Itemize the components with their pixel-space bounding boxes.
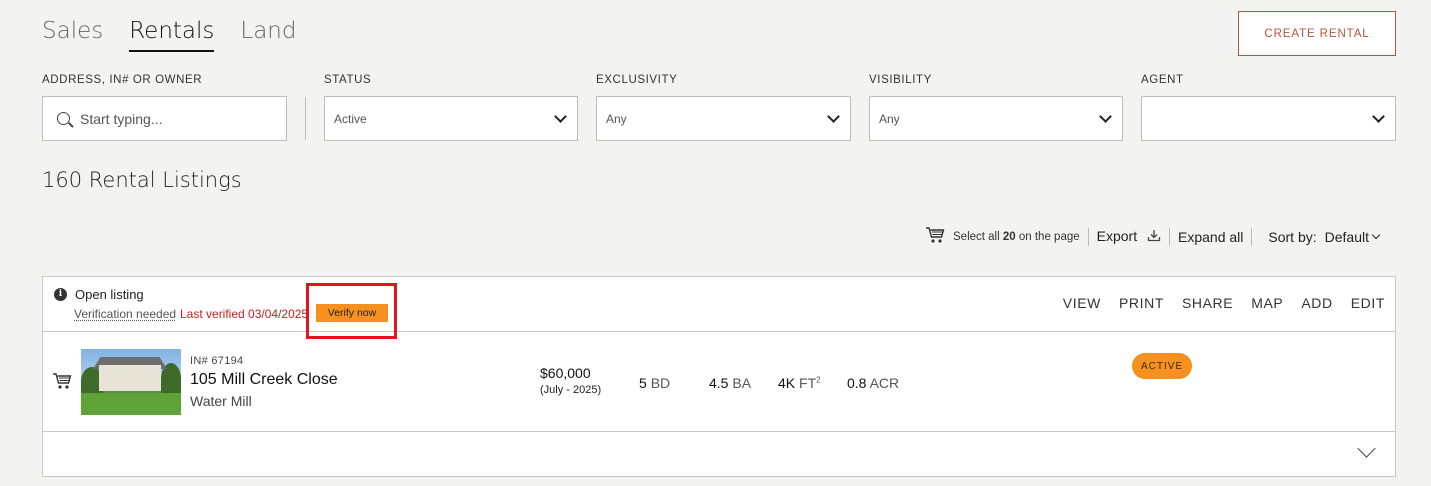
tab-rentals[interactable]: Rentals [129, 18, 215, 52]
beds-value: 5 [639, 375, 647, 391]
tab-land[interactable]: Land [240, 18, 296, 52]
filter-divider [305, 97, 306, 140]
tab-sales[interactable]: Sales [42, 18, 103, 52]
sqft-stat: 4K FT2 [778, 375, 821, 391]
listing-period: (July - 2025) [540, 384, 602, 396]
listing-photo[interactable] [81, 349, 181, 415]
toolbar-divider [1251, 227, 1253, 246]
select-all-link[interactable]: Select all 20 on the page [953, 231, 1080, 243]
baths-value: 4.5 [709, 375, 729, 391]
exclusivity-select-value: Any [606, 111, 627, 126]
beds-unit: BD [650, 375, 671, 391]
chevron-down-icon [1372, 110, 1385, 123]
select-all-prefix: Select all [953, 230, 1000, 243]
toolbar-divider [1087, 227, 1089, 246]
address-search-field[interactable] [42, 96, 287, 141]
expand-all-button[interactable]: Expand all [1178, 229, 1243, 245]
status-filter-label: STATUS [324, 74, 372, 86]
sort-by-value: Default [1324, 228, 1369, 245]
listing-type-tabs: Sales Rentals Land [42, 18, 296, 52]
export-label: Export [1096, 227, 1138, 244]
photo-lawn [81, 393, 181, 415]
chevron-down-icon [1099, 110, 1112, 123]
cart-icon[interactable] [925, 226, 945, 247]
visibility-filter-label: VISIBILITY [869, 74, 932, 86]
verification-needed-label: Verification needed [74, 307, 177, 321]
listing-address[interactable]: 105 Mill Creek Close [190, 371, 338, 389]
listing-count-heading: 160 Rental Listings [42, 168, 242, 192]
photo-house [99, 365, 161, 391]
chevron-down-icon[interactable] [1357, 439, 1376, 458]
share-action[interactable]: SHARE [1182, 295, 1233, 311]
baths-unit: BA [732, 375, 752, 391]
info-icon: i [54, 288, 67, 301]
chevron-down-icon [1371, 230, 1381, 239]
listing-town: Water Mill [190, 393, 252, 409]
status-badge: ACTIVE [1132, 353, 1192, 379]
acres-value: 0.8 [847, 375, 867, 391]
view-action[interactable]: VIEW [1063, 295, 1101, 311]
agent-select[interactable] [1141, 96, 1396, 141]
visibility-select[interactable]: Any [869, 96, 1123, 141]
sqft-unit: FT [799, 375, 817, 391]
last-verified-label: Last verified 03/04/2025 [180, 307, 309, 321]
listing-card: i Open listing Verification needed Last … [42, 276, 1396, 477]
map-action[interactable]: MAP [1251, 295, 1283, 311]
chevron-down-icon [554, 110, 567, 123]
cart-icon[interactable] [52, 372, 72, 395]
edit-action[interactable]: EDIT [1351, 295, 1385, 311]
download-icon [1147, 229, 1161, 245]
status-select[interactable]: Active [324, 96, 578, 141]
create-rental-button[interactable]: CREATE RENTAL [1238, 11, 1396, 56]
listing-actions: VIEW PRINT SHARE MAP ADD EDIT [1063, 295, 1385, 311]
listing-card-header: i Open listing Verification needed Last … [43, 277, 1395, 332]
listing-row[interactable]: IN# 67194 105 Mill Creek Close Water Mil… [43, 333, 1395, 432]
open-listing-label: Open listing [75, 287, 144, 302]
baths-stat: 4.5 BA [709, 375, 751, 391]
status-select-value: Active [334, 111, 367, 126]
exclusivity-filter-label: EXCLUSIVITY [596, 74, 678, 86]
results-toolbar: Select all 20 on the page Export Expand … [925, 226, 1387, 247]
add-action[interactable]: ADD [1301, 295, 1332, 311]
acres-unit: ACR [869, 375, 900, 391]
search-icon [57, 112, 70, 125]
address-filter-label: ADDRESS, IN# OR OWNER [42, 74, 203, 86]
print-action[interactable]: PRINT [1119, 295, 1164, 311]
sqft-value: 4K [778, 375, 796, 391]
verify-now-button[interactable]: Verify now [316, 304, 388, 322]
chevron-down-icon [827, 110, 840, 123]
exclusivity-select[interactable]: Any [596, 96, 851, 141]
search-input[interactable] [80, 110, 280, 127]
listing-price: $60,000 [540, 365, 591, 381]
listing-id: IN# 67194 [190, 355, 244, 367]
sort-by-select[interactable]: Default [1324, 228, 1381, 245]
sqft-superscript: 2 [816, 375, 821, 385]
beds-stat: 5 BD [639, 375, 670, 391]
select-all-count: 20 [1002, 230, 1016, 243]
export-button[interactable]: Export [1097, 228, 1161, 245]
visibility-select-value: Any [879, 111, 900, 126]
agent-filter-label: AGENT [1141, 74, 1184, 86]
select-all-suffix: on the page [1018, 230, 1080, 243]
sort-by-label: Sort by: [1268, 228, 1317, 245]
acres-stat: 0.8 ACR [847, 375, 899, 391]
toolbar-divider [1169, 227, 1170, 246]
